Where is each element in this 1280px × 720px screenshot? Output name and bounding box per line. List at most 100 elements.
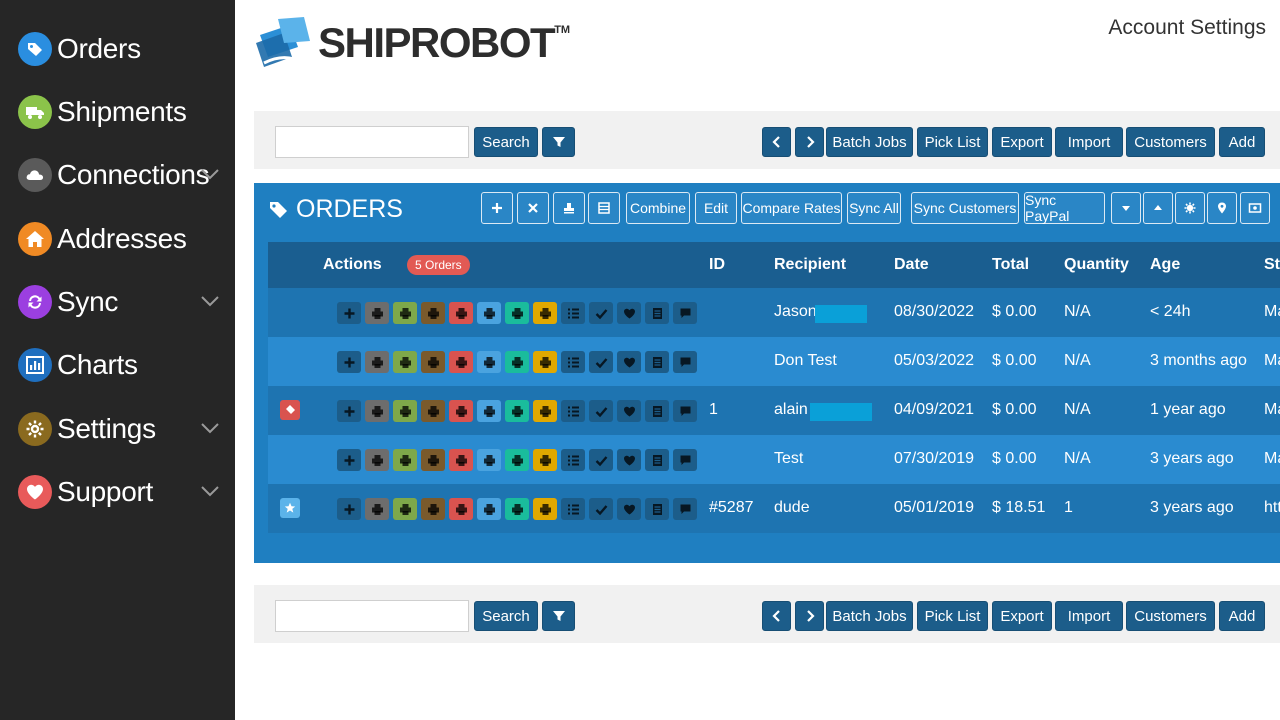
filter-button[interactable]: [542, 127, 575, 157]
sync-paypal-button[interactable]: Sync PayPal: [1024, 192, 1105, 224]
print-icon[interactable]: [449, 449, 473, 471]
print-icon[interactable]: [421, 498, 445, 520]
edit-button[interactable]: Edit: [695, 192, 737, 224]
col-date[interactable]: Date: [894, 256, 929, 274]
shiprobot-logo[interactable]: SHIPROBOT TM: [254, 12, 570, 74]
search-button[interactable]: Search: [474, 127, 538, 157]
sidebar-item-settings[interactable]: Settings: [18, 409, 228, 449]
print-icon[interactable]: [393, 302, 417, 324]
table-row[interactable]: Don Test 05/03/2022 $ 0.00 N/A 3 months ago M…: [268, 337, 1280, 386]
add-icon[interactable]: [337, 400, 361, 422]
sort-down-button[interactable]: [1111, 192, 1141, 224]
add-icon[interactable]: [337, 449, 361, 471]
notes-icon[interactable]: [645, 449, 669, 471]
comment-icon[interactable]: [673, 449, 697, 471]
sidebar-item-shipments[interactable]: Shipments: [18, 92, 228, 132]
recipient-cell[interactable]: dude: [774, 499, 810, 517]
search-button[interactable]: Search: [474, 601, 538, 631]
money-button[interactable]: [1240, 192, 1270, 224]
list-icon[interactable]: [561, 302, 585, 324]
check-icon[interactable]: [589, 498, 613, 520]
sync-customers-button[interactable]: Sync Customers: [911, 192, 1019, 224]
notes-icon[interactable]: [645, 498, 669, 520]
print-icon[interactable]: [365, 400, 389, 422]
list-icon[interactable]: [561, 351, 585, 373]
sync-all-button[interactable]: Sync All: [847, 192, 901, 224]
table-row[interactable]: Test 07/30/2019 $ 0.00 N/A 3 years ago Ma: [268, 435, 1280, 484]
notes-icon[interactable]: [645, 351, 669, 373]
sort-up-button[interactable]: [1143, 192, 1173, 224]
col-store[interactable]: Sto: [1264, 256, 1280, 274]
new-order-button[interactable]: [481, 192, 513, 224]
print-icon[interactable]: [421, 449, 445, 471]
print-icon[interactable]: [477, 351, 501, 373]
check-icon[interactable]: [589, 449, 613, 471]
sidebar-item-sync[interactable]: Sync: [18, 282, 228, 322]
print-icon[interactable]: [533, 400, 557, 422]
tag-icon[interactable]: [280, 400, 300, 420]
next-page-button[interactable]: [795, 601, 824, 631]
recipient-cell[interactable]: Test: [774, 450, 803, 468]
print-icon[interactable]: [449, 351, 473, 373]
notes-icon[interactable]: [645, 400, 669, 422]
add-icon[interactable]: [337, 351, 361, 373]
batch-jobs-button[interactable]: Batch Jobs: [826, 601, 913, 631]
customers-button[interactable]: Customers: [1126, 127, 1215, 157]
print-icon[interactable]: [365, 351, 389, 373]
settings-button[interactable]: [1175, 192, 1205, 224]
col-actions[interactable]: Actions: [323, 256, 382, 274]
print-icon[interactable]: [365, 498, 389, 520]
recipient-cell[interactable]: Don Test: [774, 352, 837, 370]
export-button[interactable]: Export: [992, 127, 1052, 157]
print-icon[interactable]: [533, 498, 557, 520]
comment-icon[interactable]: [673, 351, 697, 373]
print-icon[interactable]: [533, 351, 557, 373]
print-icon[interactable]: [505, 400, 529, 422]
check-icon[interactable]: [589, 302, 613, 324]
table-row[interactable]: #5287 dude 05/01/2019 $ 18.51 1 3 years ago ht…: [268, 484, 1280, 533]
col-age[interactable]: Age: [1150, 256, 1180, 274]
print-icon[interactable]: [505, 449, 529, 471]
heart-icon[interactable]: [617, 449, 641, 471]
stamp-button[interactable]: [553, 192, 585, 224]
list-icon[interactable]: [561, 449, 585, 471]
print-icon[interactable]: [477, 400, 501, 422]
list-icon[interactable]: [561, 498, 585, 520]
heart-icon[interactable]: [617, 400, 641, 422]
print-icon[interactable]: [505, 302, 529, 324]
prev-page-button[interactable]: [762, 127, 791, 157]
chevron-down-icon[interactable]: [200, 294, 220, 308]
print-icon[interactable]: [393, 351, 417, 373]
print-icon[interactable]: [477, 498, 501, 520]
print-icon[interactable]: [393, 449, 417, 471]
print-icon[interactable]: [477, 449, 501, 471]
sidebar-item-support[interactable]: Support: [18, 472, 228, 512]
search-input[interactable]: [275, 126, 469, 158]
print-icon[interactable]: [533, 302, 557, 324]
sidebar-item-charts[interactable]: Charts: [18, 345, 228, 385]
check-icon[interactable]: [589, 351, 613, 373]
chevron-down-icon[interactable]: [200, 421, 220, 435]
search-input[interactable]: [275, 600, 469, 632]
print-icon[interactable]: [505, 351, 529, 373]
print-icon[interactable]: [421, 400, 445, 422]
location-button[interactable]: [1207, 192, 1237, 224]
import-button[interactable]: Import: [1055, 601, 1123, 631]
table-row[interactable]: 1 alain 04/09/2021 $ 0.00 N/A 1 year ago Ma: [268, 386, 1280, 435]
print-icon[interactable]: [449, 302, 473, 324]
add-icon[interactable]: [337, 302, 361, 324]
star-icon[interactable]: [280, 498, 300, 518]
comment-icon[interactable]: [673, 400, 697, 422]
sidebar-item-orders[interactable]: Orders: [18, 29, 228, 69]
comment-icon[interactable]: [673, 498, 697, 520]
recipient-cell[interactable]: Jason: [774, 303, 817, 321]
filter-button[interactable]: [542, 601, 575, 631]
table-view-button[interactable]: [588, 192, 620, 224]
col-recipient[interactable]: Recipient: [774, 256, 846, 274]
chevron-down-icon[interactable]: [200, 167, 220, 181]
list-icon[interactable]: [561, 400, 585, 422]
heart-icon[interactable]: [617, 498, 641, 520]
print-icon[interactable]: [449, 498, 473, 520]
chevron-down-icon[interactable]: [200, 484, 220, 498]
print-icon[interactable]: [449, 400, 473, 422]
